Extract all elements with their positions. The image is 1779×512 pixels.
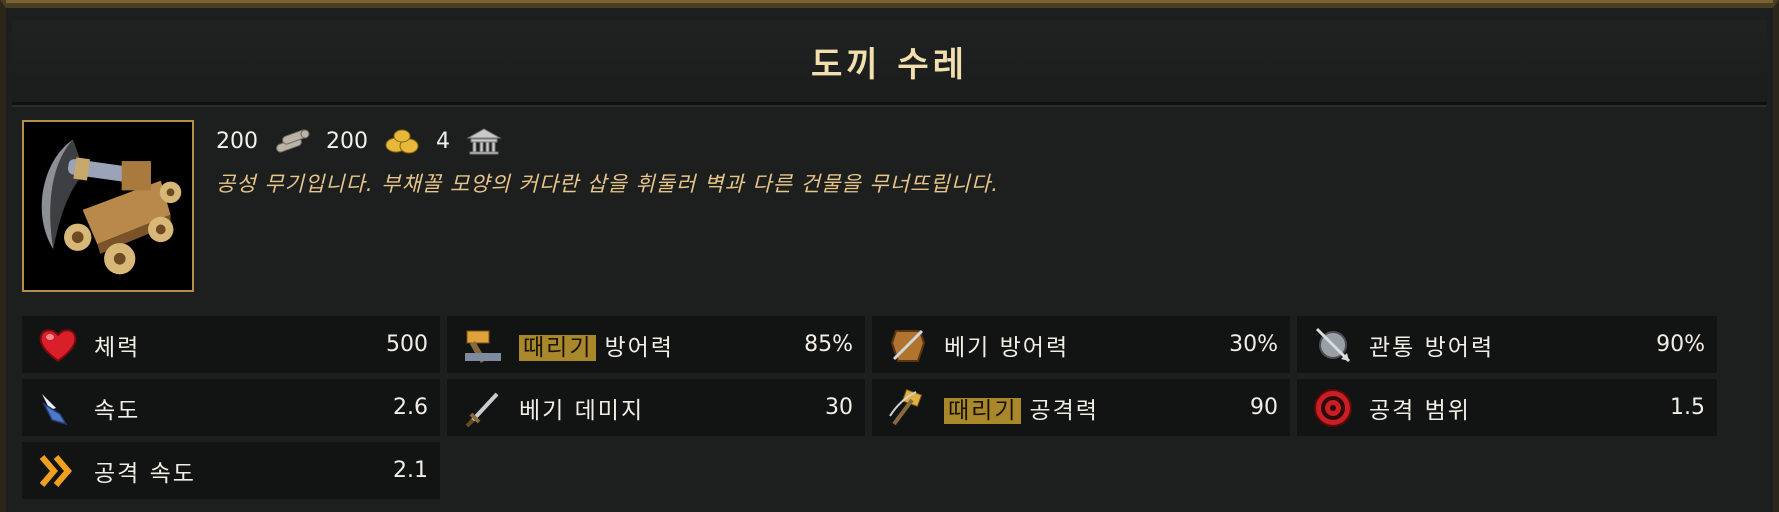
stat-value: 90 [1250,395,1278,420]
stat-crush-armor: 때리기 방어력 85% [447,316,865,373]
target-icon [1311,386,1355,430]
stat-value: 85% [804,332,853,357]
stat-value: 30 [825,395,853,420]
crush-highlight: 때리기 [944,397,1022,424]
leather-armor-icon [886,323,930,367]
stat-value: 500 [386,332,428,357]
stat-slash-damage: 베기 데미지 30 [447,379,865,436]
stat-label: 공격 속도 [94,460,196,487]
gold-nuggets-icon [382,127,422,155]
unit-portrait [22,120,194,292]
stat-pierce-armor: 관통 방어력 90% [1297,316,1717,373]
stat-health: 체력 500 [22,316,440,373]
stat-value: 2.6 [393,395,428,420]
unit-title: 도끼 수레 [811,44,968,85]
stat-label: 체력 [94,334,141,361]
stat-label: 관통 방어력 [1369,334,1495,361]
stat-label: 때리기 방어력 [519,328,804,362]
population-cost: 4 [436,128,450,154]
stat-value: 1.5 [1670,395,1705,420]
stat-crush-attack: 때리기 공격력 90 [872,379,1290,436]
axe-cart-portrait-icon [24,122,192,290]
wood-logs-icon [272,127,312,155]
sword-icon [461,386,505,430]
stat-value: 2.1 [393,458,428,483]
cost-row: 200 200 4 [216,126,504,156]
house-icon [464,127,504,155]
unit-description: 공성 무기입니다. 부채꼴 모양의 커다란 삽을 휘둘러 벽과 다른 건물을 무… [216,172,999,196]
stat-speed: 속도 2.6 [22,379,440,436]
winged-boot-icon [36,386,80,430]
stat-value: 30% [1229,332,1278,357]
gold-cost: 200 [326,128,368,154]
crush-highlight: 때리기 [519,334,597,361]
hammer-swing-icon [886,386,930,430]
hammer-armor-icon [461,323,505,367]
title-bar: 도끼 수레 [12,20,1767,105]
stat-attack-range: 공격 범위 1.5 [1297,379,1717,436]
shield-arrow-icon [1311,323,1355,367]
stat-label: 때리기 공격력 [944,391,1250,425]
stat-label: 속도 [94,397,141,424]
chevrons-icon [36,449,80,493]
stat-label: 공격 범위 [1369,397,1471,424]
stat-label: 베기 방어력 [944,334,1070,361]
stat-slash-armor: 베기 방어력 30% [872,316,1290,373]
stat-value: 90% [1656,332,1705,357]
wood-cost: 200 [216,128,258,154]
heart-icon [36,323,80,367]
stat-label: 베기 데미지 [519,397,645,424]
stat-attack-speed: 공격 속도 2.1 [22,442,440,499]
